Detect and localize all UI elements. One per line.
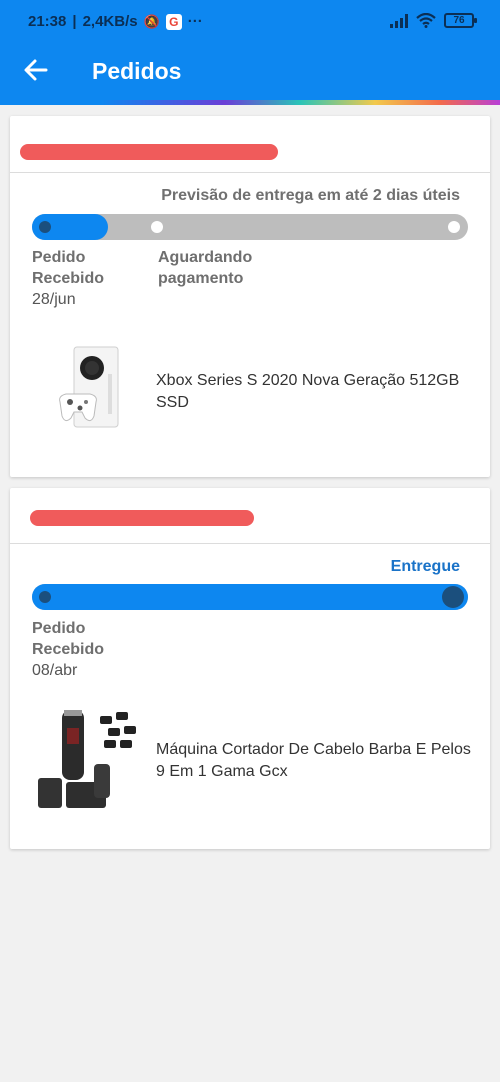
network-speed: 2,4KB/s [82,13,138,30]
step-dot-received [39,591,51,603]
delivery-status: Entregue [390,558,460,575]
order-card[interactable]: Previsão de entrega em até 2 dias úteis … [10,116,490,477]
order-progress-bar [32,584,468,610]
redacted-store-name [20,144,278,160]
more-notifications-icon: ··· [187,13,203,30]
wifi-icon [416,13,436,28]
order-progress-bar [32,214,468,240]
step-awaiting-payment: Aguardando pagamento [158,247,278,289]
status-bar: 21:38 | 2,4KB/s 🔕 G ··· 76 [0,0,500,44]
page-title: Pedidos [92,58,182,84]
product-name[interactable]: Xbox Series S 2020 Nova Geração 512GB SS… [156,370,476,414]
step-dot-awaiting-payment [151,221,163,233]
divider [10,543,490,544]
step-date: 08/abr [32,662,78,679]
step-label: Aguardando pagamento [158,249,253,287]
progress-fill [32,584,468,610]
product-image-hair-clipper [38,710,136,808]
order-card[interactable]: Entregue Pedido Recebido 08/abr Máquina … [10,488,490,849]
bell-muted-icon: 🔕 [143,13,160,29]
step-received: Pedido Recebido 28/jun [32,247,122,310]
step-date: 28/jun [32,291,76,308]
step-label: Pedido Recebido [32,620,105,658]
delivery-status: Previsão de entrega em até 2 dias úteis [161,187,460,204]
redacted-store-name [30,510,254,526]
google-icon: G [165,13,182,30]
step-dot-delivered [442,586,464,608]
step-dot-received [39,221,51,233]
step-dot-final [448,221,460,233]
step-received: Pedido Recebido 08/abr [32,618,122,681]
signal-icon [390,13,408,28]
battery-icon: 76 [444,13,477,28]
app-bar: Pedidos [0,44,500,100]
clock: 21:38 [28,13,67,30]
app-bar-accent [0,100,500,105]
divider [10,172,490,173]
product-name[interactable]: Máquina Cortador De Cabelo Barba E Pelos… [156,739,476,783]
product-image-xbox [59,346,119,428]
step-label: Pedido Recebido [32,249,105,287]
back-arrow-icon[interactable] [22,56,50,84]
